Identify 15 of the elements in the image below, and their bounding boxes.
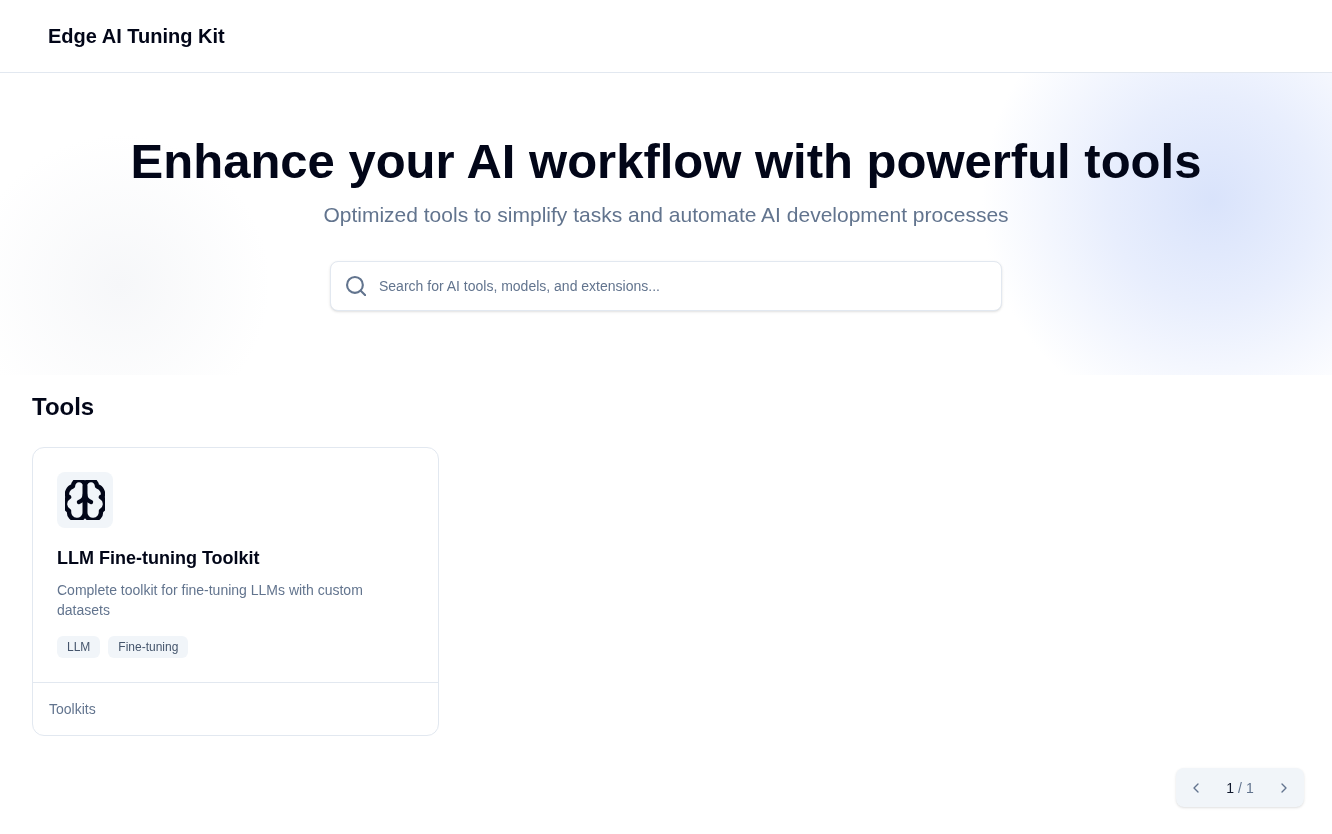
tool-title: LLM Fine-tuning Toolkit bbox=[57, 547, 260, 570]
tag-chip: Fine-tuning bbox=[108, 636, 189, 658]
tool-card[interactable]: LLM Fine-tuning Toolkit Complete toolkit for fine-tuning LLMs with custom datasets LLM Fine-tuning Toolkits bbox=[32, 447, 439, 736]
section-heading: Tools bbox=[32, 392, 95, 422]
tool-description: Complete toolkit for fine-tuning LLMs with custom datasets bbox=[57, 581, 364, 620]
hero-subheading: Optimized tools to simplify tasks and automate AI development processes bbox=[323, 202, 1009, 228]
search-icon bbox=[346, 276, 366, 296]
site-title: Edge AI Tuning Kit bbox=[48, 23, 225, 49]
brain-icon bbox=[57, 472, 113, 528]
total-pages: 1 bbox=[1245, 778, 1254, 798]
current-page: 1 bbox=[1226, 778, 1235, 798]
page-separator: / bbox=[1238, 778, 1242, 798]
tool-category: Toolkits bbox=[49, 700, 96, 719]
search-field[interactable]: Search for AI tools, models, and extensions... bbox=[330, 261, 1002, 311]
tag-chip: LLM bbox=[57, 636, 101, 658]
